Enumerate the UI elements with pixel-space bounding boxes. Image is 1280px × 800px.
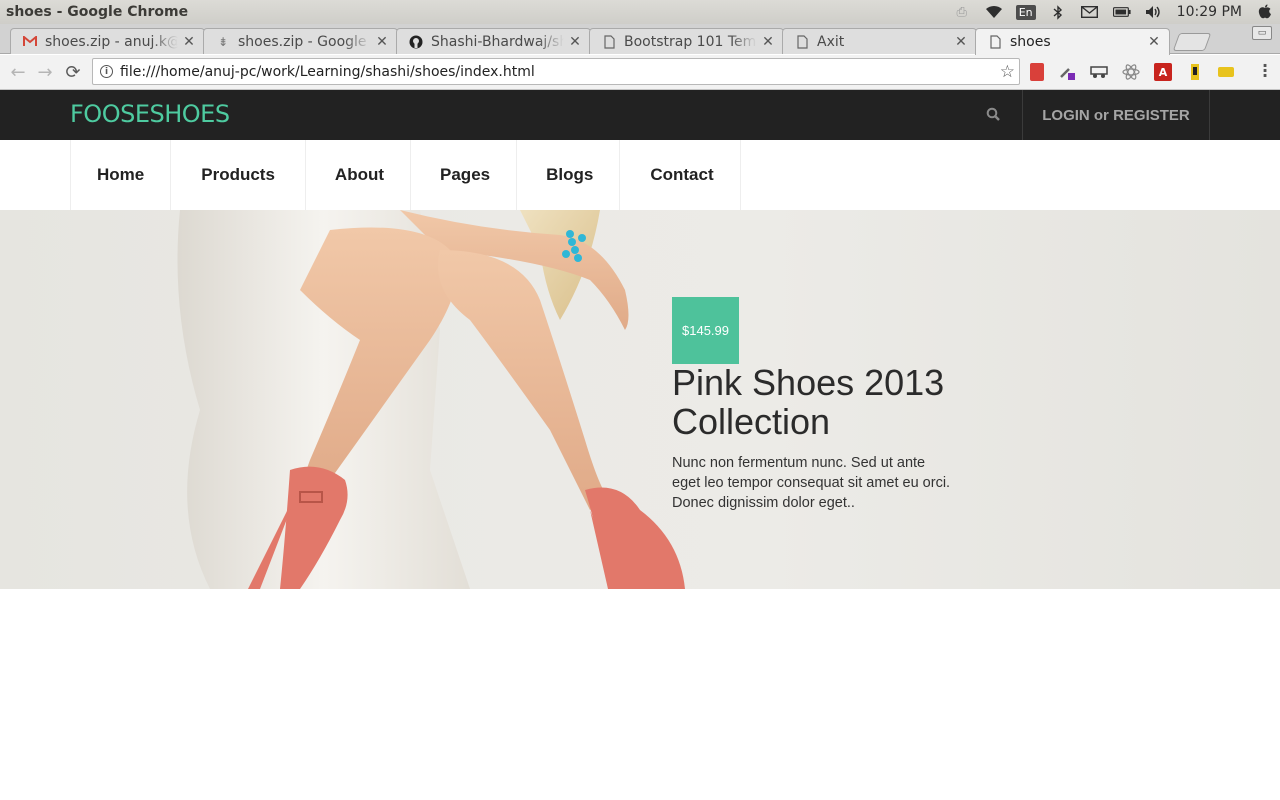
close-icon[interactable]: ✕ [568, 34, 582, 50]
browser-tab[interactable]: ⇟ shoes.zip - Google D ✕ [203, 28, 398, 54]
browser-tab-active[interactable]: shoes ✕ [975, 28, 1170, 55]
site-logo[interactable]: FOOSESHOES [70, 100, 230, 128]
note-ext-icon[interactable] [1186, 63, 1204, 81]
battery-icon[interactable] [1112, 4, 1131, 20]
os-top-panel: shoes - Google Chrome ⎙ En 10:29 PM [0, 0, 1280, 24]
tab-label: Bootstrap 101 Temp [624, 33, 757, 50]
printer-icon[interactable]: ⎙ [953, 4, 971, 20]
url-text[interactable]: file:///home/anuj-pc/work/Learning/shash… [120, 64, 535, 80]
header-divider [1209, 90, 1210, 140]
forward-arrow-icon[interactable]: → [35, 62, 55, 83]
close-icon[interactable]: ✕ [182, 34, 196, 50]
system-menu-icon[interactable] [1256, 4, 1274, 20]
chrome-menu-icon[interactable]: · · · [1262, 58, 1268, 84]
keyboard-layout-label: En [1015, 4, 1036, 20]
page-icon [602, 34, 616, 49]
react-ext-icon[interactable] [1122, 63, 1140, 81]
volume-icon[interactable] [1145, 4, 1163, 20]
bluetooth-icon[interactable] [1049, 4, 1067, 20]
mail-icon[interactable] [1081, 4, 1099, 20]
nav-blogs[interactable]: Blogs [517, 140, 621, 210]
browser-tab[interactable]: shoes.zip - anuj.k@ ✕ [10, 28, 205, 54]
hero-image [177, 210, 685, 589]
nav-home[interactable]: Home [71, 140, 172, 210]
wifi-icon[interactable] [985, 4, 1003, 20]
tab-label: shoes.zip - Google D [238, 33, 371, 50]
browser-tab[interactable]: Bootstrap 101 Temp ✕ [589, 28, 784, 54]
hero-description: Nunc non fermentum nunc. Sed ut ante ege… [672, 455, 951, 511]
github-icon [409, 35, 423, 49]
nav-products[interactable]: Products [171, 140, 306, 210]
tab-label: Shashi-Bhardwaj/sh [431, 33, 564, 50]
new-tab-button[interactable] [1172, 33, 1212, 51]
close-icon[interactable]: ✕ [1147, 34, 1161, 50]
bookmark-ext-icon[interactable] [1030, 63, 1044, 81]
page-icon [988, 35, 1002, 49]
gmail-icon [23, 35, 37, 49]
browser-tab[interactable]: Axit ✕ [782, 28, 977, 54]
search-icon[interactable] [986, 107, 1000, 121]
tab-label: shoes [1010, 34, 1051, 50]
bookmark-star-icon[interactable]: ☆ [1000, 62, 1015, 82]
pdf-ext-icon[interactable]: A [1154, 63, 1172, 81]
reload-icon[interactable]: ⟳ [63, 62, 83, 83]
drive-file-icon: ⇟ [217, 34, 229, 49]
close-icon[interactable]: ✕ [761, 34, 775, 50]
site-header: FOOSESHOES LOGIN or REGISTER [0, 90, 1280, 140]
tab-label: Axit [817, 33, 845, 50]
browser-toolbar: ← → ⟳ i file:///home/anuj-pc/work/Learni… [0, 55, 1280, 90]
price-badge: $145.99 [672, 297, 739, 364]
extensions-bar: A [1030, 63, 1234, 81]
login-register-link[interactable]: LOGIN or REGISTER [1023, 90, 1209, 140]
close-icon[interactable]: ✕ [375, 34, 389, 50]
hero-slider: $145.99 Pink Shoes 2013 Collection Nunc … [0, 210, 1280, 589]
nav-contact[interactable]: Contact [620, 140, 741, 210]
system-tray: ⎙ En 10:29 PM [953, 0, 1274, 24]
nav-pages[interactable]: Pages [411, 140, 518, 210]
page-icon [795, 34, 809, 49]
hero-title: Pink Shoes 2013 Collection [672, 362, 945, 442]
network-ext-icon[interactable] [1090, 63, 1108, 81]
info-icon[interactable]: i [100, 65, 113, 78]
ruler-ext-icon[interactable] [1218, 67, 1234, 77]
nav-about[interactable]: About [306, 140, 412, 210]
tab-strip: shoes.zip - anuj.k@ ✕ ⇟ shoes.zip - Goog… [0, 24, 1280, 55]
back-arrow-icon[interactable]: ← [8, 62, 28, 83]
tab-label: shoes.zip - anuj.k@ [45, 33, 178, 50]
keyboard-layout-icon[interactable]: En [1015, 4, 1036, 20]
nav-list: Home Products About Pages Blogs Contact [70, 140, 741, 210]
eyedropper-ext-icon[interactable] [1058, 63, 1076, 81]
window-restore-button[interactable]: ▭ [1252, 26, 1272, 40]
close-icon[interactable]: ✕ [954, 34, 968, 50]
window-title: shoes - Google Chrome [6, 4, 189, 20]
browser-tab[interactable]: Shashi-Bhardwaj/sh ✕ [396, 28, 591, 54]
clock[interactable]: 10:29 PM [1177, 4, 1242, 20]
address-bar[interactable]: i file:///home/anuj-pc/work/Learning/sha… [92, 58, 1020, 85]
main-nav: Home Products About Pages Blogs Contact [0, 140, 1280, 210]
